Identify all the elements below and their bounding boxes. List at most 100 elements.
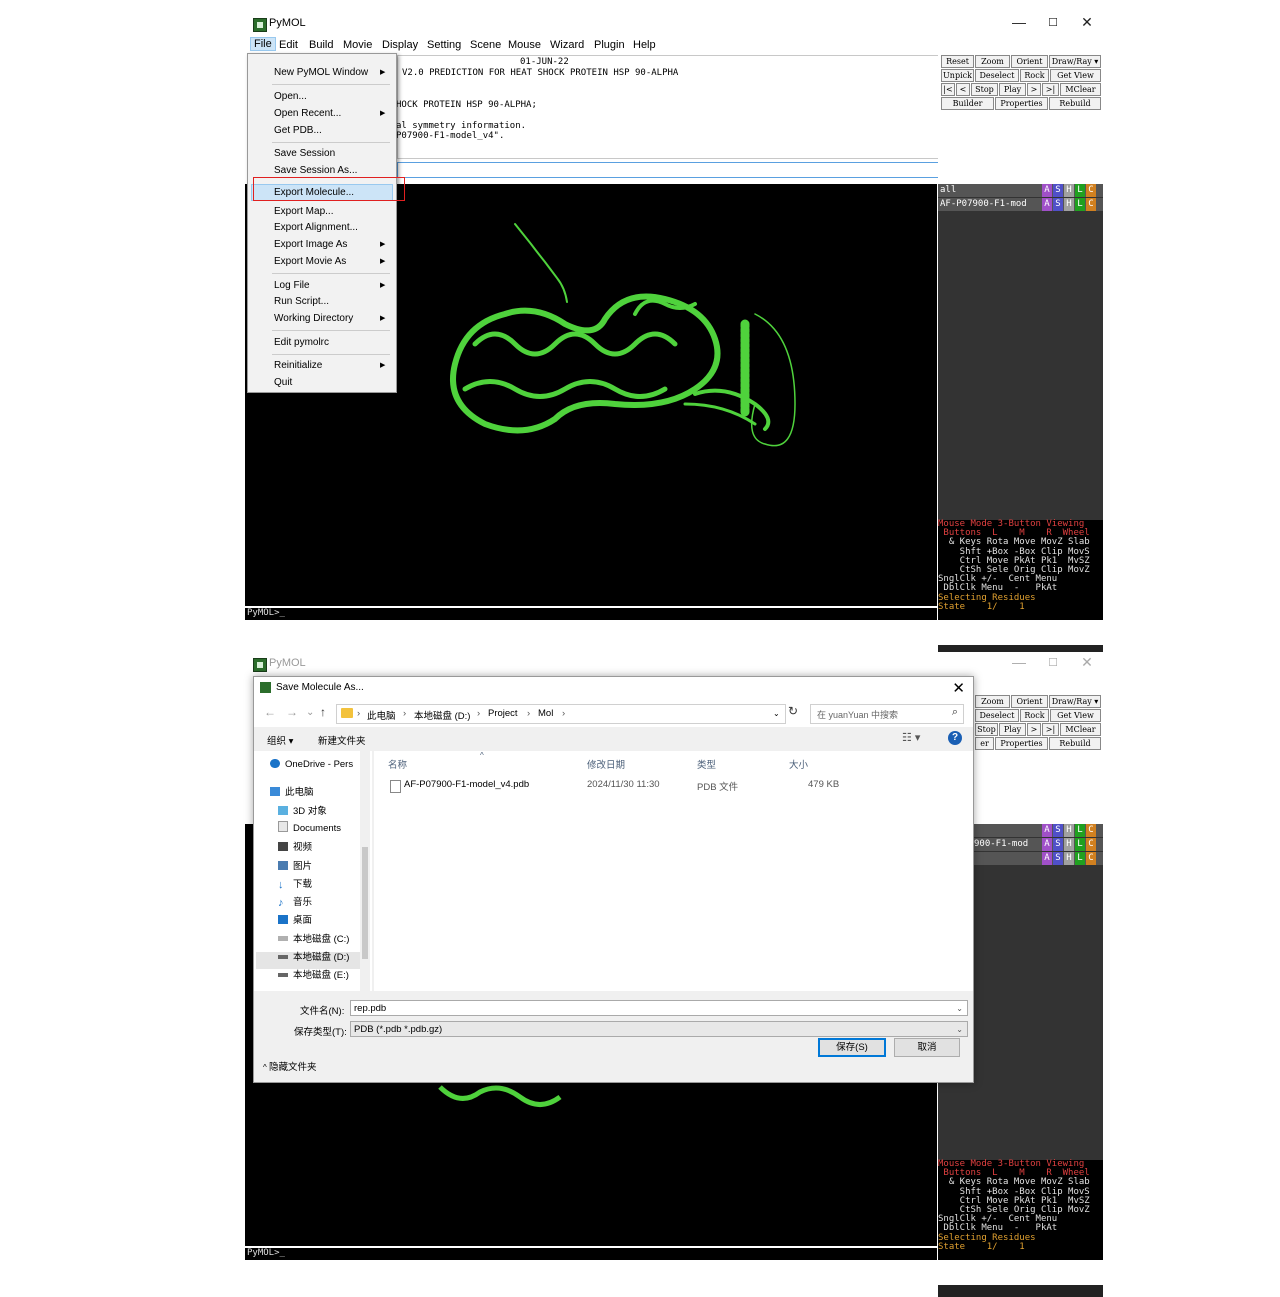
draw-ray-button[interactable]: Draw/Ray ▾ xyxy=(1049,55,1101,68)
color-button[interactable]: C xyxy=(1086,838,1096,851)
action-button[interactable]: A xyxy=(1042,824,1052,837)
menu-item-export-image[interactable]: Export Image As xyxy=(274,239,347,250)
menu-item-get-pdb[interactable]: Get PDB... xyxy=(274,125,322,136)
menu-item-save-session-as[interactable]: Save Session As... xyxy=(274,165,357,176)
zoom-button[interactable]: Zoom xyxy=(975,695,1010,708)
tree-item-3d-objects[interactable]: 3D 对象 xyxy=(278,803,327,817)
filename-dropdown-icon[interactable]: ⌄ xyxy=(956,1001,963,1017)
menu-help[interactable]: Help xyxy=(633,39,656,51)
hide-button[interactable]: H xyxy=(1064,852,1074,865)
up-arrow-icon[interactable]: ↑ xyxy=(320,705,326,719)
save-button[interactable]: 保存(S) xyxy=(818,1038,886,1057)
show-button[interactable]: S xyxy=(1053,838,1063,851)
dialog-close-button[interactable]: ✕ xyxy=(952,679,965,697)
first-frame-button[interactable]: |< xyxy=(941,83,955,96)
hide-button[interactable]: H xyxy=(1064,198,1074,211)
tree-item-desktop[interactable]: 桌面 xyxy=(278,912,312,926)
menu-movie[interactable]: Movie xyxy=(343,39,372,51)
builder-button[interactable]: Builder xyxy=(941,97,994,110)
color-button[interactable]: C xyxy=(1086,852,1096,865)
label-button[interactable]: L xyxy=(1075,198,1085,211)
tree-item-music[interactable]: ♪ 音乐 xyxy=(278,894,312,909)
search-input[interactable]: 在 yuanYuan 中搜索 ⌕ xyxy=(810,704,964,724)
reset-button[interactable]: Reset xyxy=(941,55,974,68)
label-button[interactable]: L xyxy=(1075,852,1085,865)
menu-item-save-session[interactable]: Save Session xyxy=(274,148,335,159)
hide-button[interactable]: H xyxy=(1064,838,1074,851)
next-frame-button[interactable]: > xyxy=(1027,723,1041,736)
menu-item-edit-pymolrc[interactable]: Edit pymolrc xyxy=(274,337,329,348)
menu-item-export-alignment[interactable]: Export Alignment... xyxy=(274,222,358,233)
unpick-button[interactable]: Unpick xyxy=(941,69,974,82)
get-view-button[interactable]: Get View xyxy=(1050,709,1101,722)
draw-ray-button[interactable]: Draw/Ray ▾ xyxy=(1049,695,1101,708)
action-button[interactable]: A xyxy=(1042,838,1052,851)
breadcrumb-project[interactable]: Project xyxy=(488,708,518,719)
rebuild-button[interactable]: Rebuild xyxy=(1049,97,1101,110)
mclear-button[interactable]: MClear xyxy=(1060,723,1101,736)
last-frame-button[interactable]: >| xyxy=(1042,723,1059,736)
filetype-dropdown-icon[interactable]: ⌄ xyxy=(956,1022,963,1038)
label-button[interactable]: L xyxy=(1075,184,1085,197)
tree-item-documents[interactable]: Documents xyxy=(278,821,341,834)
address-bar[interactable]: › 此电脑 › 本地磁盘 (D:) › Project › Mol › ⌄ xyxy=(336,704,786,724)
command-prompt[interactable]: PyMOL>_ xyxy=(245,1248,937,1260)
minimize-button[interactable]: — xyxy=(1009,14,1029,30)
close-button[interactable]: ✕ xyxy=(1077,654,1097,671)
column-name[interactable]: 名称 xyxy=(388,757,407,771)
menu-file[interactable]: File xyxy=(250,37,276,51)
tree-item-videos[interactable]: 视频 xyxy=(278,839,312,853)
menu-setting[interactable]: Setting xyxy=(427,39,461,51)
play-button[interactable]: Play xyxy=(999,723,1026,736)
forward-arrow-icon[interactable]: → xyxy=(286,705,298,719)
menu-item-run-script[interactable]: Run Script... xyxy=(274,296,329,307)
tree-item-drive-c[interactable]: 本地磁盘 (C:) xyxy=(278,931,349,945)
color-button[interactable]: C xyxy=(1086,198,1096,211)
show-button[interactable]: S xyxy=(1053,198,1063,211)
play-button[interactable]: Play xyxy=(999,83,1026,96)
filename-input[interactable]: rep.pdb ⌄ xyxy=(350,1000,968,1016)
organize-button[interactable]: 组织 ▾ xyxy=(267,733,293,747)
stop-button[interactable]: Stop xyxy=(975,723,998,736)
filetype-select[interactable]: PDB (*.pdb *.pdb.gz) ⌄ xyxy=(350,1021,968,1037)
next-frame-button[interactable]: > xyxy=(1027,83,1041,96)
column-size[interactable]: 大小 xyxy=(789,757,808,771)
label-button[interactable]: L xyxy=(1075,838,1085,851)
cancel-button[interactable]: 取消 xyxy=(894,1038,960,1057)
view-options-icon[interactable]: ☷ ▾ xyxy=(902,731,920,744)
show-button[interactable]: S xyxy=(1053,852,1063,865)
properties-button[interactable]: Properties xyxy=(995,97,1048,110)
tree-scroll-thumb[interactable] xyxy=(362,847,368,959)
menu-item-reinitialize[interactable]: Reinitialize xyxy=(274,360,322,371)
tree-item-drive-d[interactable]: 本地磁盘 (D:) xyxy=(278,949,349,963)
close-button[interactable]: ✕ xyxy=(1077,14,1097,31)
action-button[interactable]: A xyxy=(1042,852,1052,865)
menu-plugin[interactable]: Plugin xyxy=(594,39,625,51)
menu-item-export-movie[interactable]: Export Movie As xyxy=(274,256,346,267)
orient-button[interactable]: Orient xyxy=(1011,55,1048,68)
minimize-button[interactable]: — xyxy=(1009,654,1029,670)
menu-item-working-directory[interactable]: Working Directory xyxy=(274,313,353,324)
help-icon[interactable]: ? xyxy=(948,731,962,745)
tree-item-pictures[interactable]: 图片 xyxy=(278,858,312,872)
label-button[interactable]: L xyxy=(1075,824,1085,837)
menu-scene[interactable]: Scene xyxy=(470,39,501,51)
object-row-model[interactable]: AF-P07900-F1-mod A S H L C xyxy=(938,198,1103,211)
breadcrumb-drive-d[interactable]: 本地磁盘 (D:) xyxy=(414,708,470,722)
breadcrumb-mol[interactable]: Mol xyxy=(538,708,553,719)
tree-item-onedrive[interactable]: OneDrive - Pers xyxy=(270,759,353,770)
menu-build[interactable]: Build xyxy=(309,39,333,51)
menu-mouse[interactable]: Mouse xyxy=(508,39,541,51)
deselect-button[interactable]: Deselect xyxy=(975,709,1019,722)
mclear-button[interactable]: MClear xyxy=(1060,83,1101,96)
breadcrumb-this-pc[interactable]: 此电脑 xyxy=(367,708,396,722)
show-button[interactable]: S xyxy=(1053,184,1063,197)
new-folder-button[interactable]: 新建文件夹 xyxy=(318,733,366,747)
color-button[interactable]: C xyxy=(1086,184,1096,197)
column-date[interactable]: 修改日期 xyxy=(587,757,625,771)
menu-item-export-map[interactable]: Export Map... xyxy=(274,206,333,217)
color-button[interactable]: C xyxy=(1086,824,1096,837)
builder-button-partial[interactable]: er xyxy=(975,737,994,750)
stop-button[interactable]: Stop xyxy=(971,83,998,96)
rebuild-button[interactable]: Rebuild xyxy=(1049,737,1101,750)
